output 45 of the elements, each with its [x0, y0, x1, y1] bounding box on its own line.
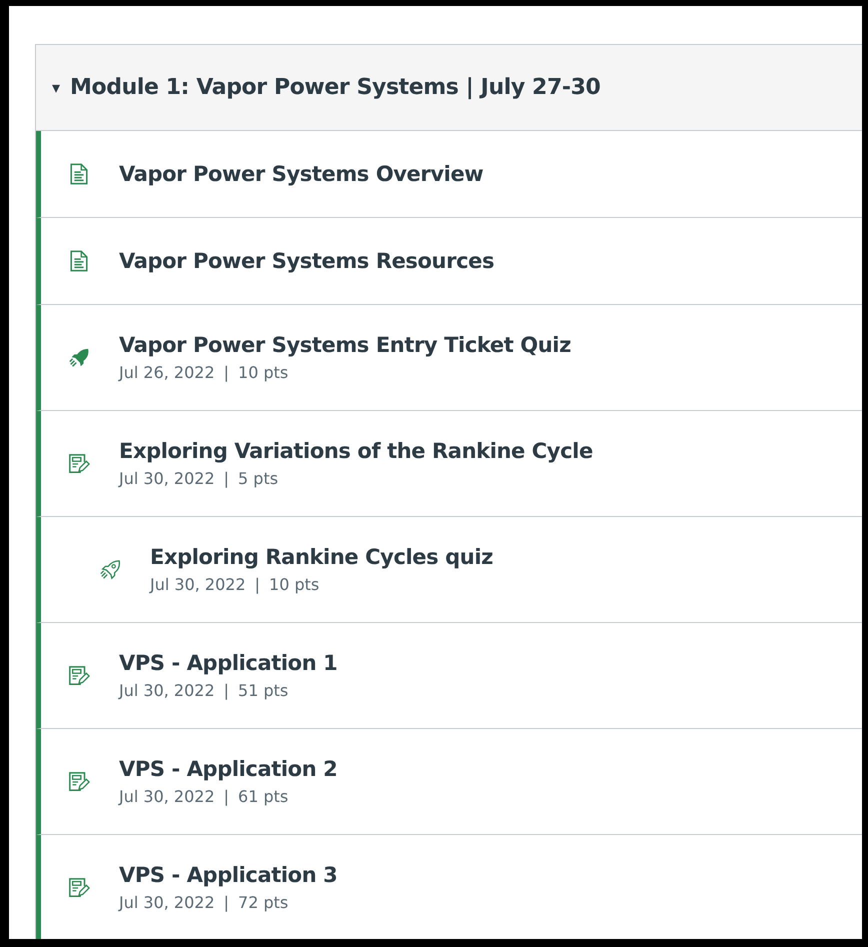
due-date: Jul 30, 2022	[150, 575, 246, 594]
item-title[interactable]: Vapor Power Systems Resources	[119, 249, 494, 273]
due-date: Jul 30, 2022	[119, 469, 215, 488]
document-icon	[68, 163, 90, 185]
separator: |	[224, 469, 230, 488]
separator: |	[254, 575, 260, 594]
assignment-edit-icon	[68, 452, 90, 474]
module-item[interactable]: VPS - Application 2 Jul 30, 2022 | 61 pts	[36, 729, 862, 835]
module-title: Module 1: Vapor Power Systems | July 27-30	[70, 75, 600, 100]
separator: |	[224, 893, 230, 912]
module-item[interactable]: VPS - Application 1 Jul 30, 2022 | 51 pts	[36, 623, 862, 729]
module-item[interactable]: Vapor Power Systems Resources	[36, 218, 862, 305]
points: 5 pts	[238, 469, 278, 488]
module-item[interactable]: Exploring Rankine Cycles quiz Jul 30, 2022 | 10 pts	[36, 517, 862, 623]
separator: |	[224, 787, 230, 806]
rocket-icon	[68, 346, 90, 368]
module-item[interactable]: Vapor Power Systems Entry Ticket Quiz Jul 26, 2022 | 10 pts	[36, 305, 862, 411]
due-date: Jul 30, 2022	[119, 681, 215, 700]
assignment-edit-icon	[68, 876, 90, 898]
points: 61 pts	[238, 787, 288, 806]
due-date: Jul 30, 2022	[119, 893, 215, 912]
points: 72 pts	[238, 893, 288, 912]
separator: |	[224, 363, 230, 382]
item-title[interactable]: Vapor Power Systems Overview	[119, 162, 484, 186]
module-item[interactable]: Vapor Power Systems Overview	[36, 131, 862, 218]
assignment-edit-icon	[68, 770, 90, 792]
separator: |	[224, 681, 230, 700]
assignment-edit-icon	[68, 664, 90, 686]
item-title[interactable]: VPS - Application 1	[119, 651, 338, 675]
points: 51 pts	[238, 681, 288, 700]
item-title[interactable]: VPS - Application 2	[119, 757, 338, 781]
item-title[interactable]: Exploring Rankine Cycles quiz	[150, 545, 493, 569]
document-icon	[68, 250, 90, 272]
item-title[interactable]: Vapor Power Systems Entry Ticket Quiz	[119, 333, 571, 357]
module-item[interactable]: Exploring Variations of the Rankine Cycle Jul 30, 2022 | 5 pts	[36, 411, 862, 517]
points: 10 pts	[238, 363, 288, 382]
due-date: Jul 30, 2022	[119, 787, 215, 806]
points: 10 pts	[269, 575, 320, 594]
item-title[interactable]: VPS - Application 3	[119, 863, 338, 887]
module-item[interactable]: VPS - Application 3 Jul 30, 2022 | 72 pts	[36, 835, 862, 939]
module-header[interactable]: ▾ Module 1: Vapor Power Systems | July 27-30	[36, 45, 862, 131]
due-date: Jul 26, 2022	[119, 363, 215, 382]
item-title[interactable]: Exploring Variations of the Rankine Cycle	[119, 439, 593, 463]
collapse-toggle-icon[interactable]: ▾	[52, 78, 60, 97]
rocket-icon	[99, 558, 121, 580]
